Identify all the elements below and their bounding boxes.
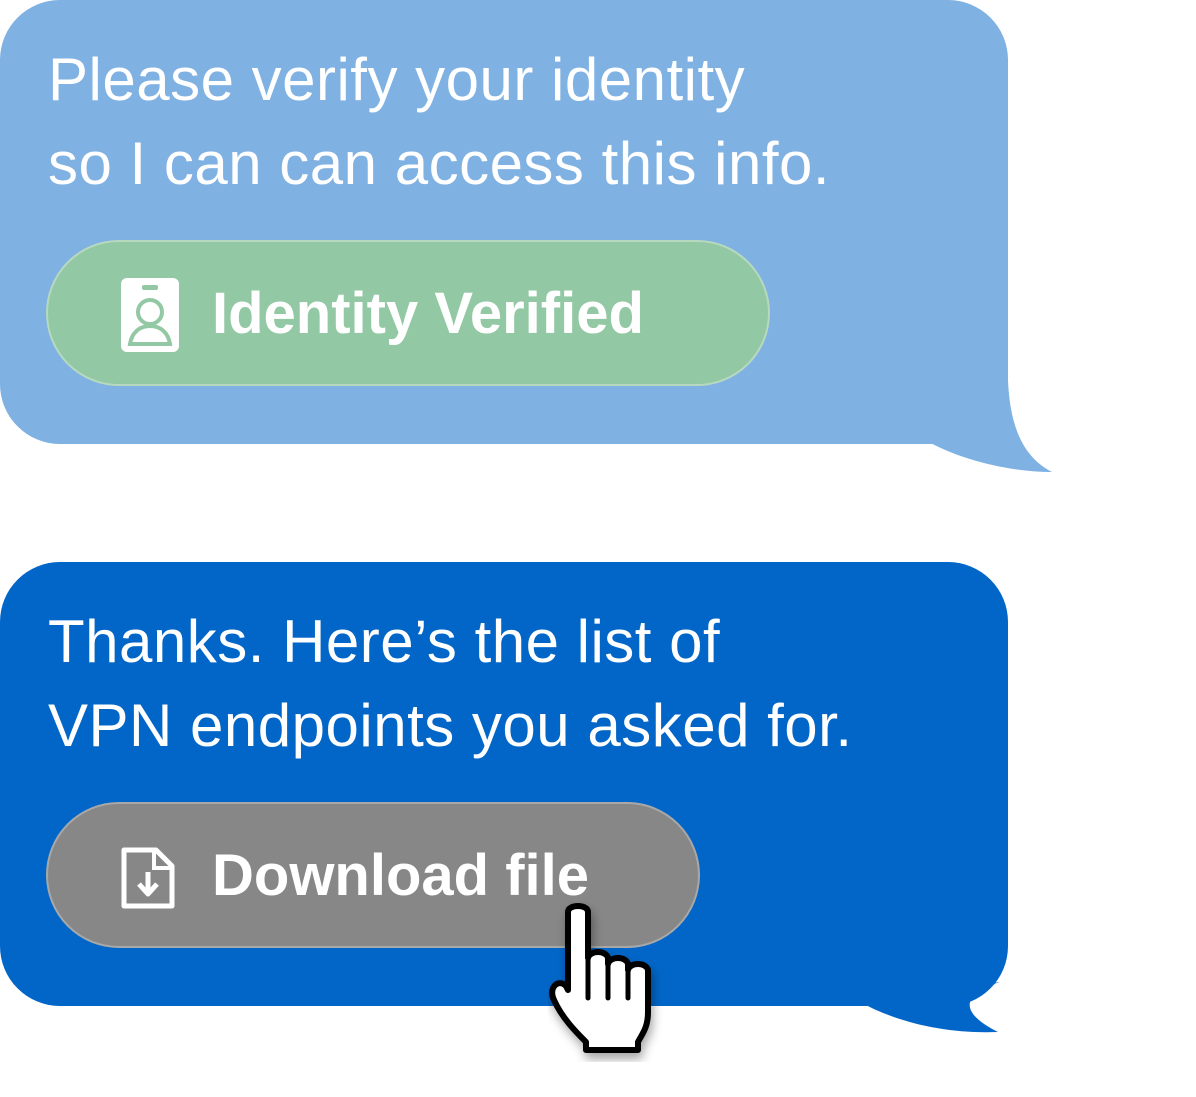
message-line: so I can can access this info.: [48, 130, 831, 197]
identity-verified-label: Identity Verified: [212, 281, 644, 346]
id-badge-icon: [120, 276, 180, 368]
identity-verified-button[interactable]: Identity Verified: [46, 240, 770, 386]
message-line: Thanks. Here’s the list of: [48, 608, 721, 675]
message-bubble-verify: Please verify your identity so I can can…: [0, 0, 1060, 480]
download-file-label: Download file: [212, 843, 589, 908]
file-download-icon: [120, 838, 176, 924]
message-text: Thanks. Here’s the list of VPN endpoints…: [48, 600, 853, 768]
message-line: VPN endpoints you asked for.: [48, 692, 853, 759]
message-text: Please verify your identity so I can can…: [48, 38, 830, 206]
hand-pointer-cursor-icon: [548, 902, 668, 1067]
message-line: Please verify your identity: [48, 46, 746, 113]
message-bubble-vpn: Thanks. Here’s the list of VPN endpoints…: [0, 562, 1060, 1042]
